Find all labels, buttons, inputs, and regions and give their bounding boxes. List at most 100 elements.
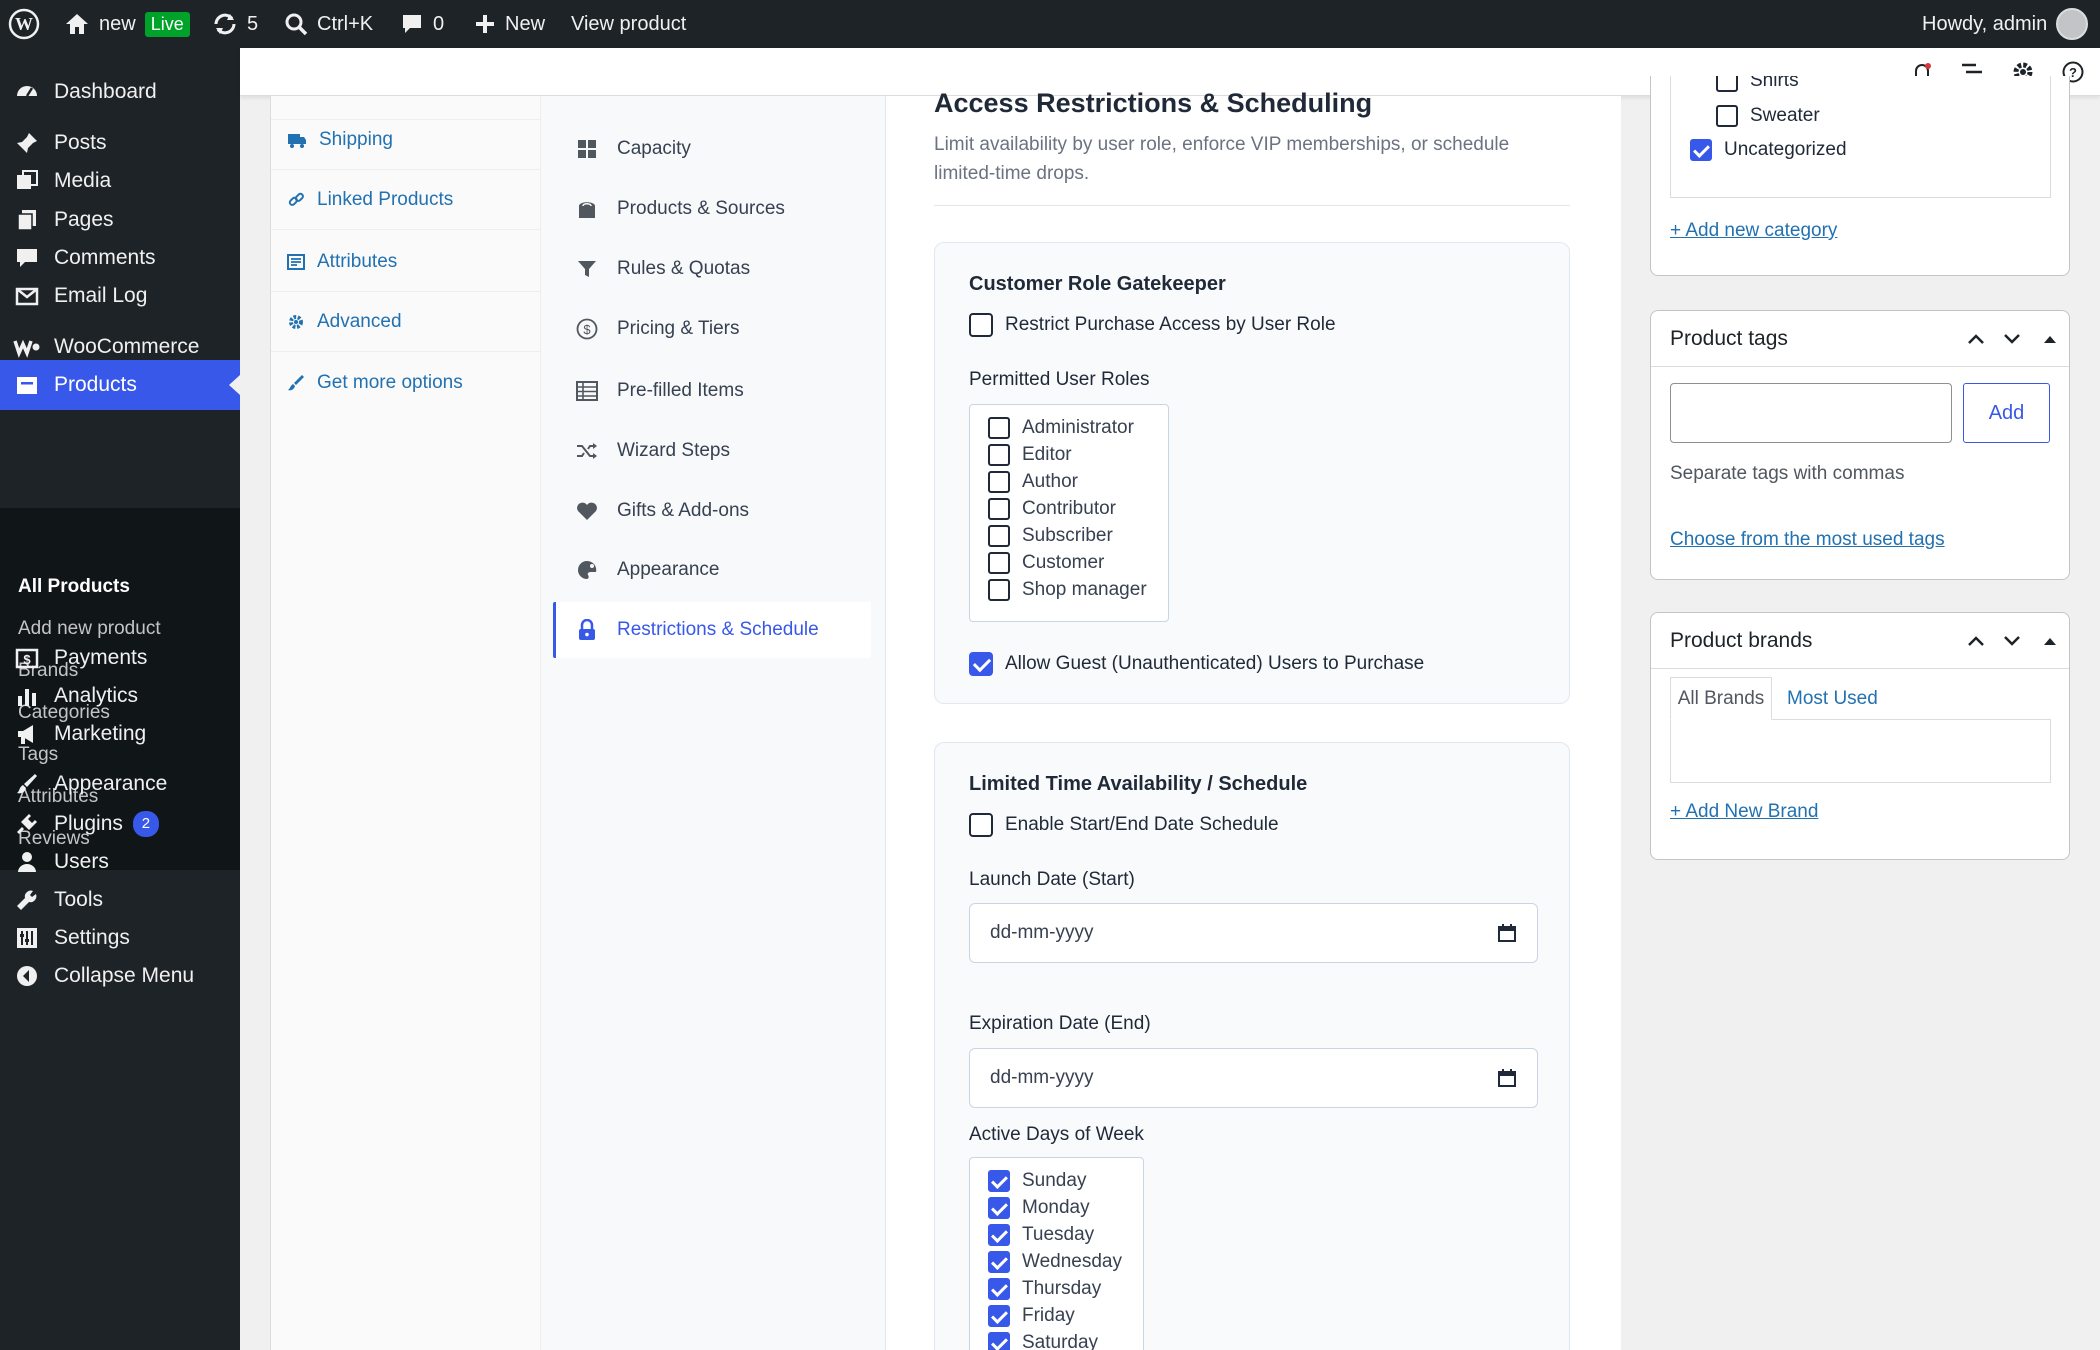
category-item-sweater[interactable]: Sweater xyxy=(1716,105,1820,127)
updates-link[interactable]: 5 xyxy=(212,0,258,48)
chevron-up-icon[interactable] xyxy=(1962,627,1990,655)
calendar-icon[interactable] xyxy=(1497,1068,1517,1088)
role-option[interactable]: Editor xyxy=(988,444,1072,466)
tab-shipping[interactable]: Shipping xyxy=(271,110,541,170)
add-tag-button[interactable]: Add xyxy=(1963,383,2050,443)
role-option[interactable]: Customer xyxy=(988,552,1104,574)
checkbox-box[interactable] xyxy=(988,498,1010,520)
subnav-restrictions-schedule[interactable]: Restrictions & Schedule xyxy=(553,602,871,658)
expiration-date-input[interactable]: dd-mm-yyyy xyxy=(969,1048,1538,1108)
enable-schedule-checkbox[interactable]: Enable Start/End Date Schedule xyxy=(969,813,1279,837)
brush-icon xyxy=(287,374,305,392)
role-option[interactable]: Administrator xyxy=(988,417,1134,439)
add-new-category-link[interactable]: + Add new category xyxy=(1670,220,1837,242)
menu-item-products[interactable]: Products xyxy=(0,360,240,410)
checkbox-box[interactable] xyxy=(988,1332,1010,1350)
subnav-appearance[interactable]: Appearance xyxy=(553,542,871,598)
checkbox-box[interactable] xyxy=(969,313,993,337)
subnav-rules-quotas[interactable]: Rules & Quotas xyxy=(553,241,871,297)
guest-purchase-checkbox[interactable]: Allow Guest (Unauthenticated) Users to P… xyxy=(969,652,1424,676)
collapse-triangle-icon[interactable] xyxy=(2036,325,2064,353)
role-option[interactable]: Author xyxy=(988,471,1078,493)
checkbox-box[interactable] xyxy=(1690,139,1712,161)
menu-item-collapse-menu[interactable]: Collapse Menu xyxy=(0,951,240,1001)
subnav-capacity[interactable]: Capacity xyxy=(553,121,871,177)
tab-get-more-options[interactable]: Get more options xyxy=(271,353,541,413)
comment-icon xyxy=(0,246,54,270)
chevron-up-icon[interactable] xyxy=(1962,325,1990,353)
menu-item-dashboard[interactable]: Dashboard xyxy=(0,67,240,117)
checkbox-box[interactable] xyxy=(988,552,1010,574)
checkbox-box[interactable] xyxy=(988,1251,1010,1273)
site-name-link[interactable]: new Live xyxy=(64,0,190,48)
email-icon xyxy=(0,284,54,308)
command-search[interactable]: Ctrl+K xyxy=(284,0,373,48)
day-option[interactable]: Wednesday xyxy=(988,1251,1122,1273)
checkbox-box[interactable] xyxy=(988,444,1010,466)
add-new-brand-link[interactable]: + Add New Brand xyxy=(1670,801,1818,823)
checkbox-box[interactable] xyxy=(988,1224,1010,1246)
submenu-all-products[interactable]: All Products xyxy=(18,576,130,598)
checkbox-box[interactable] xyxy=(988,417,1010,439)
roles-list[interactable]: Administrator Editor Author Contributor Subs… xyxy=(969,404,1169,622)
new-content-link[interactable]: New xyxy=(474,0,545,48)
most-used-tags-link[interactable]: Choose from the most used tags xyxy=(1670,529,1945,551)
collapse-triangle-icon[interactable] xyxy=(2036,627,2064,655)
view-product-link[interactable]: View product xyxy=(571,0,686,48)
category-label: Shirts xyxy=(1750,76,1799,91)
menu-item-email-log[interactable]: Email Log xyxy=(0,271,240,321)
menu-item-marketing[interactable]: Marketing xyxy=(0,709,240,759)
checkbox-box[interactable] xyxy=(1716,76,1738,92)
updates-count: 5 xyxy=(247,12,259,35)
restrict-by-role-checkbox[interactable]: Restrict Purchase Access by User Role xyxy=(969,313,1336,337)
checkbox-box[interactable] xyxy=(988,1305,1010,1327)
update-count-badge: 2 xyxy=(132,811,159,837)
subnav-pricing-tiers[interactable]: $ Pricing & Tiers xyxy=(553,301,871,357)
wrench-icon xyxy=(0,888,54,912)
checkbox-box[interactable] xyxy=(988,579,1010,601)
checkbox-box[interactable] xyxy=(988,525,1010,547)
checkbox-box[interactable] xyxy=(988,471,1010,493)
role-option[interactable]: Shop manager xyxy=(988,579,1147,601)
subnav-pre-filled-items[interactable]: Pre-filled Items xyxy=(553,363,871,419)
day-option[interactable]: Tuesday xyxy=(988,1224,1094,1246)
chevron-down-icon[interactable] xyxy=(1998,627,2026,655)
role-option[interactable]: Subscriber xyxy=(988,525,1113,547)
checkbox-box[interactable] xyxy=(1716,105,1738,127)
dollar-icon: $ xyxy=(575,318,599,340)
menu-item-label: Dashboard xyxy=(54,80,157,103)
comments-link[interactable]: 0 xyxy=(400,0,444,48)
checkbox-box[interactable] xyxy=(988,1170,1010,1192)
subnav-gifts-add-ons[interactable]: Gifts & Add-ons xyxy=(553,483,871,539)
product-tags-box: Product tags Add Separate tags with comm… xyxy=(1650,310,2070,580)
day-option[interactable]: Saturday xyxy=(988,1332,1098,1350)
subnav-wizard-steps[interactable]: Wizard Steps xyxy=(553,423,871,479)
tab-advanced[interactable]: Advanced xyxy=(271,292,541,352)
launch-date-input[interactable]: dd-mm-yyyy xyxy=(969,903,1538,963)
calendar-icon[interactable] xyxy=(1497,923,1517,943)
tag-input[interactable] xyxy=(1670,383,1952,443)
subnav-products-sources[interactable]: Products & Sources xyxy=(553,181,871,237)
checkbox-box[interactable] xyxy=(969,652,993,676)
wordpress-logo-icon[interactable]: W xyxy=(8,0,40,48)
day-option[interactable]: Friday xyxy=(988,1305,1075,1327)
day-option[interactable]: Sunday xyxy=(988,1170,1086,1192)
role-option[interactable]: Contributor xyxy=(988,498,1116,520)
tab-all-brands[interactable]: All Brands xyxy=(1670,677,1772,720)
day-option[interactable]: Monday xyxy=(988,1197,1090,1219)
tab-linked-products[interactable]: Linked Products xyxy=(271,170,541,230)
checkbox-box[interactable] xyxy=(988,1278,1010,1300)
checkbox-box[interactable] xyxy=(969,813,993,837)
tab-attributes[interactable]: Attributes xyxy=(271,232,541,292)
menu-item-label: Collapse Menu xyxy=(54,964,195,987)
shuffle-icon xyxy=(575,441,599,461)
tab-most-used-brands[interactable]: Most Used xyxy=(1787,677,1878,720)
checkbox-box[interactable] xyxy=(988,1197,1010,1219)
chevron-down-icon[interactable] xyxy=(1998,325,2026,353)
active-days-list[interactable]: Sunday Monday Tuesday Wednesday Thursday Frid… xyxy=(969,1157,1144,1350)
category-item-uncategorized[interactable]: Uncategorized xyxy=(1690,139,1847,161)
category-item-shirts[interactable]: Shirts xyxy=(1716,76,1799,92)
day-option[interactable]: Thursday xyxy=(988,1278,1101,1300)
my-account[interactable]: Howdy, admin xyxy=(1922,0,2089,48)
day-label: Thursday xyxy=(1022,1278,1102,1299)
